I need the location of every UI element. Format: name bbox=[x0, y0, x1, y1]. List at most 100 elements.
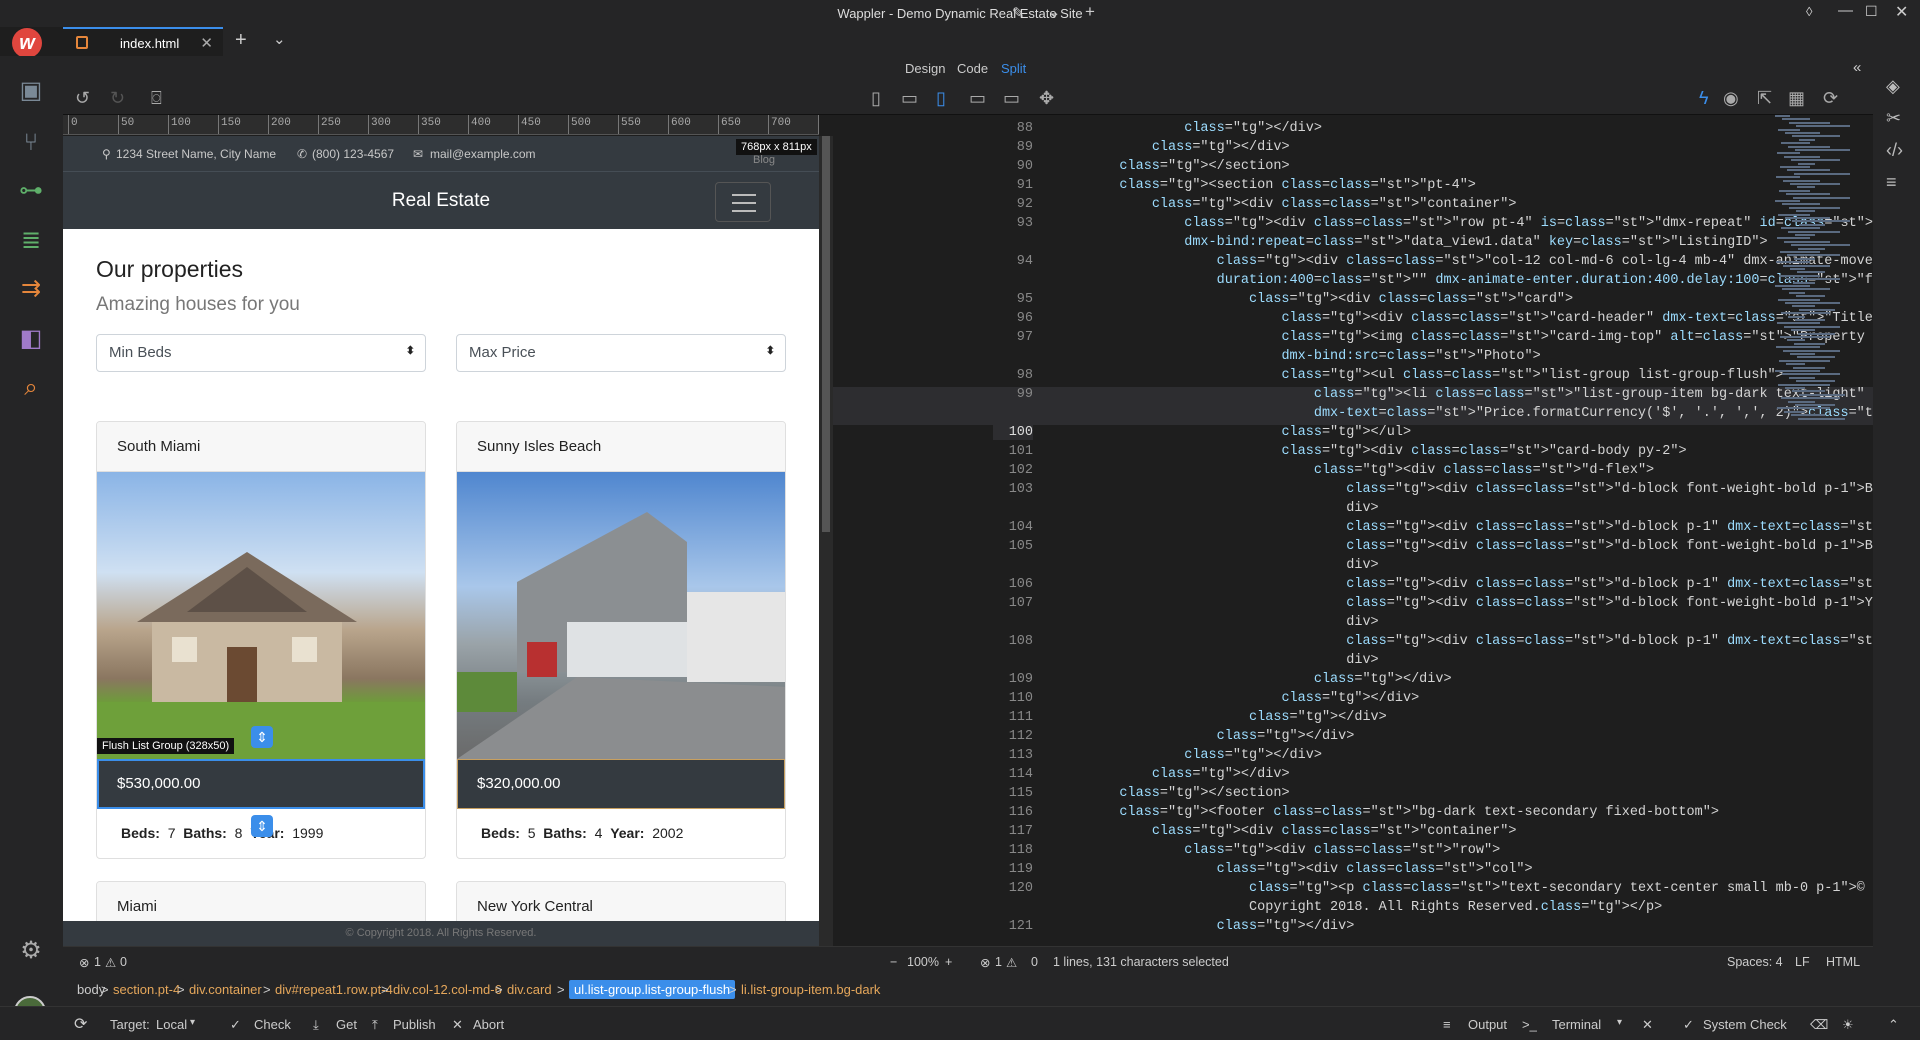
code-line[interactable]: 121 class="tg"></div> bbox=[833, 919, 1873, 938]
code-line[interactable]: 104 class="tg"><div class=class="st">"d-… bbox=[833, 520, 1873, 539]
breadcrumb-item[interactable]: div#repeat1.row.pt-4 bbox=[275, 982, 393, 997]
code-line[interactable]: 100 class="tg"></ul> bbox=[833, 425, 1873, 444]
min-beds-select[interactable]: Min Beds ⬍ bbox=[96, 334, 426, 372]
code-line[interactable]: 108 class="tg"><div class=class="st">"d-… bbox=[833, 634, 1873, 653]
publish-button[interactable]: Publish bbox=[393, 1017, 436, 1032]
redo-icon[interactable]: ↻ bbox=[110, 88, 125, 109]
preview-scrollbar[interactable] bbox=[819, 136, 833, 946]
code-line[interactable]: div> bbox=[833, 558, 1873, 577]
code-line[interactable]: 96 class="tg"><div class=class="st">"car… bbox=[833, 311, 1873, 330]
layers-icon[interactable]: ◈ bbox=[1886, 76, 1900, 97]
code-line[interactable]: 120 class="tg"><p class=class="st">"text… bbox=[833, 881, 1873, 900]
code-line[interactable]: 89 class="tg"></div> bbox=[833, 140, 1873, 159]
collapse-panel-icon[interactable]: « bbox=[1853, 59, 1861, 76]
fluid-view-icon[interactable]: ✥ bbox=[1039, 88, 1054, 109]
search-icon[interactable]: ⌕ bbox=[16, 374, 46, 404]
tab-index-html[interactable]: index.html ✕ bbox=[63, 27, 223, 56]
code-line[interactable]: 90 class="tg"></section> bbox=[833, 159, 1873, 178]
eraser-icon[interactable]: ⌫ bbox=[1810, 1017, 1828, 1033]
breadcrumb-item[interactable]: div.col-12.col-md-6 bbox=[393, 982, 502, 997]
indent-setting[interactable]: Spaces: 4 bbox=[1727, 955, 1783, 969]
open-browser-icon[interactable]: ⇱ bbox=[1757, 88, 1772, 109]
drop-icon[interactable]: ◊ bbox=[1806, 4, 1812, 19]
lightning-icon[interactable]: ϟ bbox=[1699, 88, 1709, 109]
breadcrumb-item[interactable]: section.pt-4 bbox=[113, 982, 180, 997]
warnings-count[interactable]: 0 bbox=[120, 955, 127, 969]
terminal-button[interactable]: Terminal bbox=[1552, 1017, 1601, 1032]
code-line[interactable]: div> bbox=[833, 615, 1873, 634]
code-line[interactable]: 107 class="tg"><div class=class="st">"d-… bbox=[833, 596, 1873, 615]
refresh-icon[interactable]: ⟳ bbox=[1823, 88, 1838, 109]
code-line[interactable]: 117 class="tg"><div class=class="st">"co… bbox=[833, 824, 1873, 843]
qr-code-icon[interactable]: ▦ bbox=[1788, 88, 1805, 109]
new-tab-icon[interactable]: + bbox=[235, 29, 247, 52]
breadcrumb-item[interactable]: div.container bbox=[189, 982, 262, 997]
errors-count[interactable]: 1 bbox=[995, 955, 1002, 969]
code-line[interactable]: 106 class="tg"><div class=class="st">"d-… bbox=[833, 577, 1873, 596]
error-icon[interactable]: ⊗ bbox=[79, 955, 89, 970]
code-line[interactable]: Copyright 2018. All Rights Reserved.clas… bbox=[833, 900, 1873, 919]
design-preview[interactable]: ⚲ 1234 Street Name, City Name ✆ (800) 12… bbox=[63, 136, 819, 946]
zoom-in-button[interactable]: + bbox=[945, 955, 952, 969]
pages-icon[interactable]: ▣ bbox=[16, 76, 46, 106]
menu-icon[interactable]: ≡ bbox=[1886, 172, 1897, 193]
warning-icon[interactable]: ⚠ bbox=[1006, 955, 1017, 970]
code-editor[interactable]: 87 class="tg"></div>88 class="tg"></div>… bbox=[833, 115, 1873, 946]
code-line[interactable]: 115 class="tg"></section> bbox=[833, 786, 1873, 805]
system-check-button[interactable]: System Check bbox=[1703, 1017, 1787, 1032]
sync-icon[interactable]: ⟳ bbox=[74, 1014, 87, 1034]
maximize-icon[interactable]: ☐ bbox=[1865, 3, 1878, 20]
errors-count[interactable]: 1 bbox=[94, 955, 101, 969]
zoom-out-button[interactable]: − bbox=[890, 955, 897, 969]
check-button[interactable]: Check bbox=[254, 1017, 291, 1032]
property-card[interactable]: Sunny Isles Beach $320,000.00 Beds: 5 Ba… bbox=[456, 421, 786, 859]
bug-icon[interactable]: ☀ bbox=[1842, 1017, 1854, 1033]
pen-icon[interactable]: ✎ bbox=[1012, 4, 1025, 22]
code-line[interactable]: 112 class="tg"></div> bbox=[833, 729, 1873, 748]
close-panel-icon[interactable]: ✕ bbox=[1642, 1017, 1653, 1033]
code-line[interactable]: duration:400=class="st">"" dmx-animate-e… bbox=[833, 273, 1873, 292]
system-check-icon[interactable]: ✓ bbox=[1683, 1017, 1694, 1033]
code-line[interactable]: 99 class="tg"><li class=class="st">"list… bbox=[833, 387, 1873, 406]
code-line[interactable]: 94 class="tg"><div class=class="st">"col… bbox=[833, 254, 1873, 273]
check-icon[interactable]: ✓ bbox=[230, 1017, 241, 1033]
max-price-select[interactable]: Max Price ⬍ bbox=[456, 334, 786, 372]
desktop-view-icon[interactable]: ▭ bbox=[1003, 88, 1020, 109]
output-button[interactable]: Output bbox=[1468, 1017, 1507, 1032]
code-line[interactable]: 97 class="tg"><img class=class="st">"car… bbox=[833, 330, 1873, 349]
code-line[interactable]: 116 class="tg"><footer class=class="st">… bbox=[833, 805, 1873, 824]
tools-icon[interactable]: ✂ bbox=[1886, 108, 1901, 129]
code-line[interactable]: 109 class="tg"></div> bbox=[833, 672, 1873, 691]
abort-button[interactable]: Abort bbox=[473, 1017, 504, 1032]
terminal-chevron-icon[interactable]: ▾ bbox=[1617, 1017, 1622, 1028]
code-line[interactable]: 111 class="tg"></div> bbox=[833, 710, 1873, 729]
laptop-view-icon[interactable]: ▭ bbox=[969, 88, 986, 109]
code-line[interactable]: 88 class="tg"></div> bbox=[833, 121, 1873, 140]
code-line[interactable]: 103 class="tg"><div class=class="st">"d-… bbox=[833, 482, 1873, 501]
eol-setting[interactable]: LF bbox=[1795, 955, 1810, 969]
blog-link[interactable]: Blog bbox=[753, 154, 775, 166]
settings-icon[interactable]: ⚙ bbox=[16, 936, 46, 966]
target-chevron-icon[interactable]: ▾ bbox=[190, 1017, 195, 1028]
camera-icon[interactable]: ⌼ bbox=[151, 88, 162, 109]
breadcrumb-item[interactable]: li.list-group-item.bg-dark bbox=[741, 982, 880, 997]
code-line[interactable]: 101 class="tg"><div class=class="st">"ca… bbox=[833, 444, 1873, 463]
navbar-toggler-button[interactable] bbox=[715, 182, 771, 222]
code-line[interactable]: 102 class="tg"><div class=class="st">"d-… bbox=[833, 463, 1873, 482]
get-button[interactable]: Get bbox=[336, 1017, 357, 1032]
language-mode[interactable]: HTML bbox=[1826, 955, 1860, 969]
move-handle-icon[interactable]: ⇕ bbox=[251, 815, 273, 837]
preview-eye-icon[interactable]: ◉ bbox=[1723, 88, 1739, 109]
move-handle-icon[interactable]: ⇕ bbox=[251, 726, 273, 748]
tablet-view-icon[interactable]: ▯ bbox=[936, 88, 946, 109]
plus-icon[interactable]: + bbox=[1085, 2, 1095, 22]
mobile-view-icon[interactable]: ▯ bbox=[871, 88, 881, 109]
publish-icon[interactable]: ⤒ bbox=[372, 1017, 378, 1033]
app-structure-icon[interactable]: ⊶ bbox=[16, 176, 46, 206]
code-icon[interactable]: ‹/› bbox=[1886, 140, 1903, 161]
code-line[interactable]: 95 class="tg"><div class=class="st">"car… bbox=[833, 292, 1873, 311]
chevron-down-icon[interactable]: ⌄ bbox=[1048, 3, 1061, 21]
terminal-icon[interactable]: >_ bbox=[1522, 1017, 1537, 1032]
warning-icon[interactable]: ⚠ bbox=[105, 955, 116, 970]
property-card[interactable]: South Miami $530,000.00 Beds: 7 Baths: 8… bbox=[96, 421, 426, 859]
